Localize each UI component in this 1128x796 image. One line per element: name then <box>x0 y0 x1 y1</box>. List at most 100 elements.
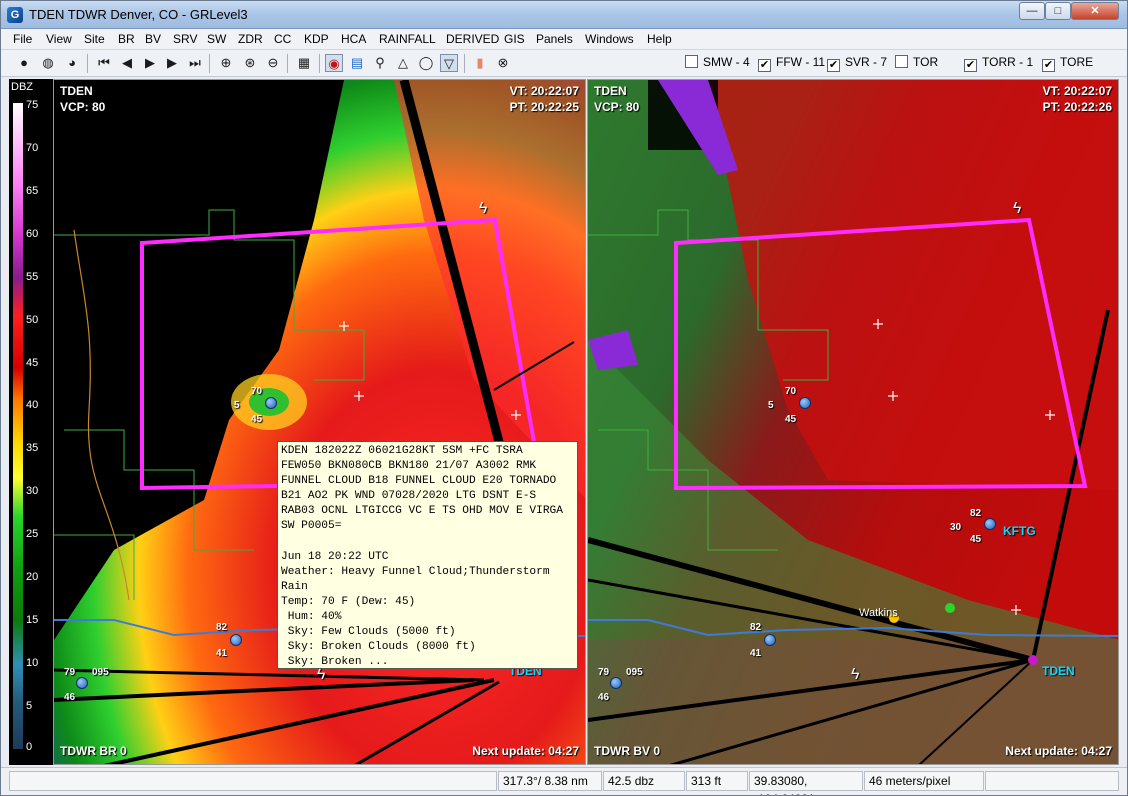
menu-cc[interactable]: CC <box>274 32 291 46</box>
storm-track-icon[interactable]: ◉ <box>325 54 343 72</box>
zoom-region-icon[interactable]: ⊛ <box>241 54 259 72</box>
ring-icon[interactable]: ◯ <box>417 54 435 72</box>
station-marker-icon[interactable] <box>610 677 622 689</box>
menu-sw[interactable]: SW <box>207 32 226 46</box>
last-frame-icon[interactable]: ⏭ <box>186 54 204 72</box>
legend-tick: 15 <box>26 614 39 626</box>
station-dewpoint: 45 <box>251 414 263 425</box>
menu-panels[interactable]: Panels <box>536 32 573 46</box>
checkbox-ffw[interactable]: ✔ <box>758 59 771 72</box>
marker-icon[interactable]: ▮ <box>471 54 489 72</box>
station-temp: 79 <box>64 667 76 678</box>
checkbox-label: TORR - 1 <box>982 55 1034 69</box>
status-value: 42.5 dbz <box>603 771 685 791</box>
station-marker-icon[interactable] <box>764 634 776 646</box>
popup-line-humidity: Hum: 40% <box>281 611 342 624</box>
menu-br[interactable]: BR <box>118 32 135 46</box>
grid-icon[interactable]: ▦ <box>295 54 313 72</box>
radar-site-marker[interactable] <box>1028 655 1038 665</box>
legend-tick: 0 <box>26 741 33 753</box>
menu-srv[interactable]: SRV <box>173 32 197 46</box>
warning-toggle-ffw[interactable]: ✔ FFW - 11 <box>758 55 825 72</box>
station-marker-icon[interactable] <box>230 634 242 646</box>
menu-file[interactable]: File <box>13 32 32 46</box>
play-icon[interactable]: ▶ <box>141 54 159 72</box>
station-dewpoint: 41 <box>216 648 228 659</box>
menu-site[interactable]: Site <box>84 32 105 46</box>
status-empty <box>9 771 497 791</box>
legend-tick: 35 <box>26 442 39 454</box>
triangle-icon[interactable]: △ <box>394 54 412 72</box>
grlevel3-icon[interactable]: G <box>7 7 23 23</box>
velocity-map[interactable] <box>588 80 1119 765</box>
station-marker-icon[interactable] <box>265 397 277 409</box>
prev-frame-icon[interactable]: ◀ <box>118 54 136 72</box>
target-icon[interactable]: ⊗ <box>494 54 512 72</box>
warning-toggle-tore[interactable]: ✔ TORE <box>1042 55 1093 72</box>
warning-toggle-tor[interactable]: TOR <box>895 55 938 69</box>
toolbar-separator <box>464 54 465 73</box>
popup-line-weather-cont: Rain <box>281 580 308 593</box>
legend-tick: 25 <box>26 528 39 540</box>
checkbox-svr[interactable]: ✔ <box>827 59 840 72</box>
radar-pane-velocity[interactable]: TDEN VCP: 80 VT: 20:22:07 PT: 20:22:26 ϟ… <box>587 79 1119 765</box>
station-marker-icon[interactable] <box>799 397 811 409</box>
palette-icon[interactable]: ▤ <box>348 54 366 72</box>
menu-hca[interactable]: HCA <box>341 32 366 46</box>
pane-vcp-label: VCP: 80 <box>60 100 106 114</box>
menu-gis[interactable]: GIS <box>504 32 525 46</box>
legend-tick: 75 <box>26 99 39 111</box>
close-button[interactable]: ✕ <box>1071 2 1119 20</box>
station-marker-icon[interactable] <box>76 677 88 689</box>
maximize-button[interactable]: □ <box>1045 2 1071 20</box>
checkbox-label: TOR <box>913 55 939 69</box>
zoom-in-icon[interactable]: ⊕ <box>217 54 235 72</box>
warning-toggle-svr[interactable]: ✔ SVR - 7 <box>827 55 887 72</box>
toolbar-separator <box>87 54 88 73</box>
pane-next-update: Next update: 04:27 <box>1005 744 1112 758</box>
minimize-button[interactable]: — <box>1019 2 1045 20</box>
toolbar-separator <box>287 54 288 73</box>
zoom-out-icon[interactable]: ⊖ <box>264 54 282 72</box>
pane-volume-time: VT: 20:22:07 <box>1042 84 1112 98</box>
checkbox-tor[interactable] <box>895 55 908 68</box>
app-window: G TDEN TDWR Denver, CO - GRLevel3 — □ ✕ … <box>0 0 1128 796</box>
globe-icon[interactable]: ◍ <box>39 54 57 72</box>
checkbox-tore[interactable]: ✔ <box>1042 59 1055 72</box>
station-id-label: KFTG <box>1003 524 1036 538</box>
menu-view[interactable]: View <box>46 32 72 46</box>
status-coordinates: 39.83080, -104.64921 <box>749 771 863 795</box>
menu-bv[interactable]: BV <box>145 32 161 46</box>
menu-rainfall[interactable]: RAINFALL <box>379 32 436 46</box>
station-dewpoint: 41 <box>750 648 762 659</box>
station-marker-icon[interactable] <box>984 518 996 530</box>
station-visibility: 30 <box>950 522 962 533</box>
title-bar[interactable]: G TDEN TDWR Denver, CO - GRLevel3 — □ ✕ <box>1 1 1127 29</box>
legend-tick: 50 <box>26 314 39 326</box>
popup-line-sky: Sky: Broken ... <box>281 656 389 669</box>
dbz-color-legend: DBZ 75 70 65 60 55 50 45 40 35 30 25 20 … <box>9 79 53 765</box>
pane-product-label: TDWR BV 0 <box>594 744 660 758</box>
legend-title: DBZ <box>11 81 33 93</box>
warning-toggle-smw[interactable]: SMW - 4 <box>685 55 750 69</box>
menu-help[interactable]: Help <box>647 32 672 46</box>
menu-kdp[interactable]: KDP <box>304 32 329 46</box>
next-frame-icon[interactable]: ▶ <box>163 54 181 72</box>
toolbar-separator <box>209 54 210 73</box>
status-azimuth-range: 317.3°/ 8.38 nm <box>498 771 602 791</box>
station-visibility: 5 <box>234 400 240 411</box>
loop-icon[interactable]: ● <box>15 54 33 72</box>
checkbox-smw[interactable] <box>685 55 698 68</box>
pane-site-label: TDEN <box>594 84 627 98</box>
station-dewpoint: 46 <box>598 692 610 703</box>
checkbox-torr[interactable]: ✔ <box>964 59 977 72</box>
pin-icon[interactable]: ⚲ <box>371 54 389 72</box>
menu-windows[interactable]: Windows <box>585 32 634 46</box>
warning-toggle-torr[interactable]: ✔ TORR - 1 <box>964 55 1033 72</box>
menu-derived[interactable]: DERIVED <box>446 32 499 46</box>
warning-icon[interactable]: ◕ <box>63 54 81 72</box>
station-temp: 82 <box>216 622 228 633</box>
cone-icon[interactable]: ▽ <box>440 54 458 72</box>
menu-zdr[interactable]: ZDR <box>238 32 263 46</box>
first-frame-icon[interactable]: ⏮ <box>95 54 113 72</box>
